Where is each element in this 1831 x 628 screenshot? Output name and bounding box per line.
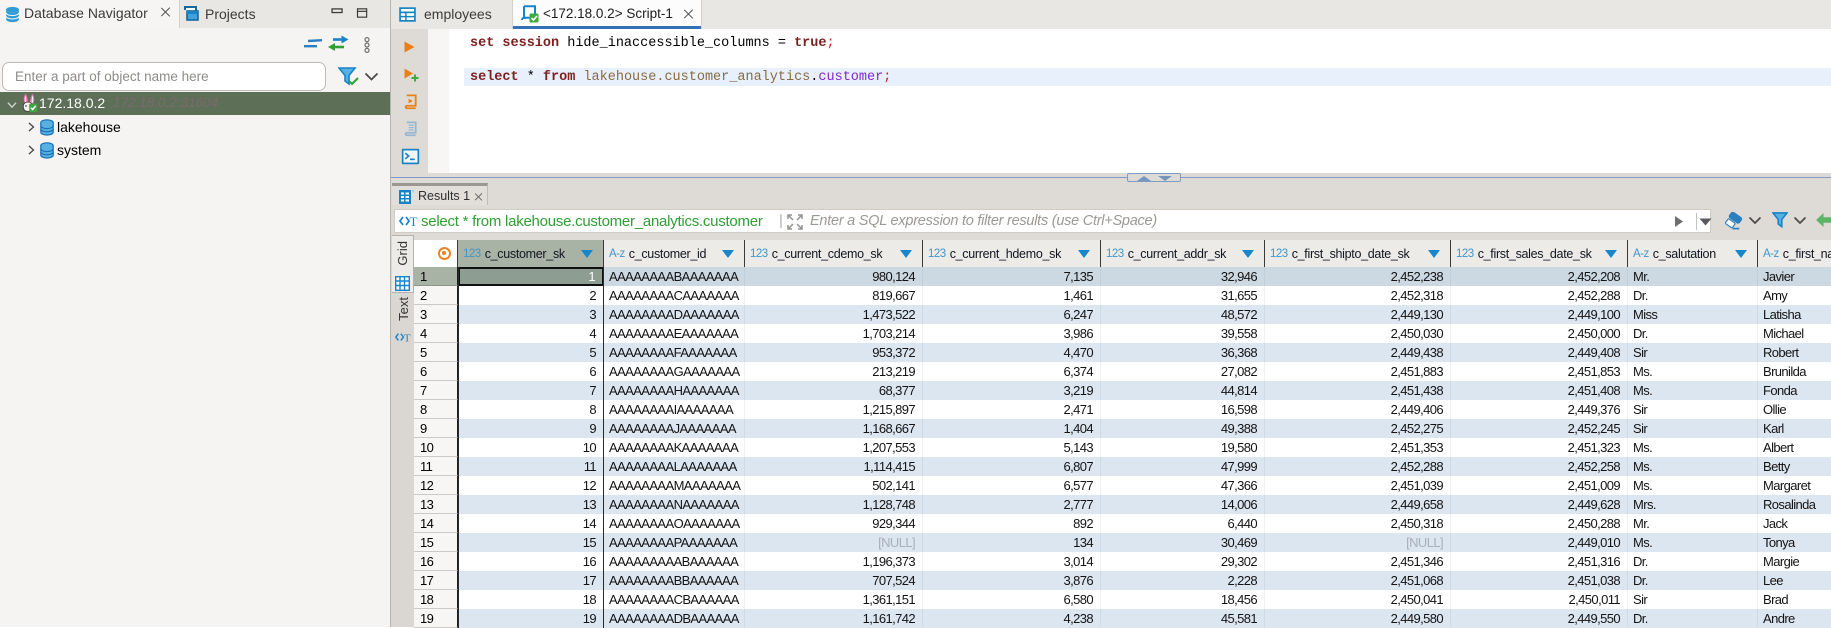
svg-text:T: T — [410, 214, 418, 229]
svg-text:T: T — [404, 332, 411, 344]
